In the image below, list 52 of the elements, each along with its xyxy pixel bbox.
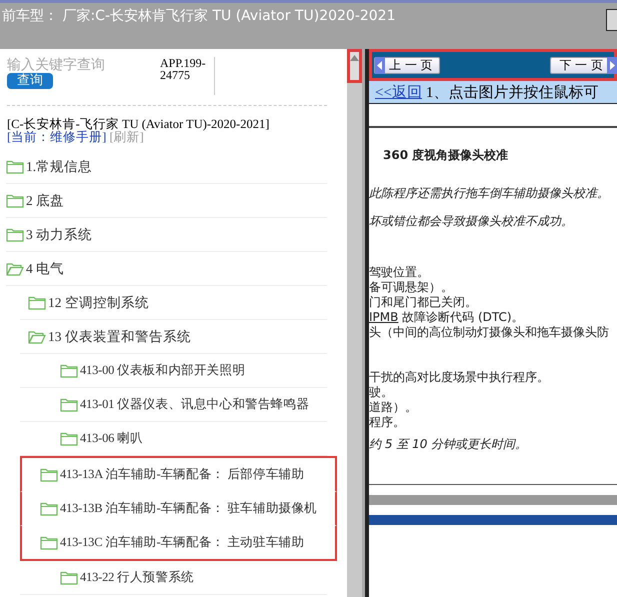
search-field[interactable]: 输入关键字查询 xyxy=(7,57,137,73)
tree-item[interactable]: 12 空调控制系统 xyxy=(20,286,327,320)
scrollbar[interactable] xyxy=(347,49,362,597)
open-folder-icon xyxy=(28,330,46,344)
folder-icon xyxy=(6,228,24,242)
tree-item[interactable]: 413-06 喇叭 xyxy=(20,422,327,456)
folder-icon xyxy=(60,398,78,412)
previous-page-button[interactable]: 上 一 页 xyxy=(374,56,440,74)
tree-item[interactable]: 1.常规信息 xyxy=(6,150,327,184)
note-text: 此陈程序还需执行拖车倒车辅助摄像头校准。 xyxy=(369,185,610,202)
search-button[interactable]: 查询 xyxy=(7,73,53,89)
step-text: 驾驶位置。 xyxy=(369,265,430,280)
tree-item[interactable]: 413-13B 泊车辅助-车辆配备： 驻车辅助摄像机 xyxy=(20,492,337,526)
app-version: APP.199-24775 xyxy=(160,57,215,95)
window-title: 前车型： 厂家:C-长安林肯飞行家 TU (Aviator TU)2020-2021 xyxy=(1,7,396,25)
folder-icon xyxy=(40,536,58,550)
step-text: 备可调悬架）。 xyxy=(369,280,454,295)
tree-item[interactable]: 413-00 仪表板和内部开关照明 xyxy=(20,354,327,388)
folder-icon xyxy=(60,432,78,446)
tree-item[interactable]: 413-01 仪器仪表、讯息中心和警告蜂鸣器 xyxy=(20,388,327,422)
folder-icon xyxy=(60,364,78,378)
back-link[interactable]: <<返回 xyxy=(375,82,422,102)
tree-item[interactable]: 413-13C 泊车辅助-车辆配备： 主动驻车辅助 xyxy=(20,526,337,561)
step-text: 干扰的高对比度场景中执行程序。 xyxy=(369,370,550,385)
tree-item[interactable]: 413-13A 泊车辅助-车辆配备： 后部停车辅助 xyxy=(20,456,337,492)
step-text: 门和尾门都已关闭。 xyxy=(369,295,478,310)
folder-icon xyxy=(60,570,78,584)
folder-icon xyxy=(6,194,24,208)
tree-item[interactable]: 13 仪表装置和警告系统 xyxy=(20,320,327,354)
window-button[interactable] xyxy=(606,9,617,31)
folder-icon xyxy=(40,502,58,516)
hint-text: 1、点击图片并按住鼠标可 xyxy=(426,84,598,102)
scroll-up-icon[interactable] xyxy=(350,55,359,61)
tree-item[interactable]: 3 动力系统 xyxy=(6,218,327,252)
next-page-button[interactable]: 下 一 页 xyxy=(550,56,617,74)
note-text: 约 5 至 10 分钟或更长时间。 xyxy=(369,436,528,453)
step-text: 头（中间的高位制动灯摄像头和拖车摄像头防 xyxy=(369,325,610,340)
step-text: 道路）。 xyxy=(369,400,418,415)
tree-item[interactable]: 413-22 行人预警系统 xyxy=(20,561,327,595)
folder-icon xyxy=(28,296,46,310)
tree-item[interactable]: 2 底盘 xyxy=(6,184,327,218)
step-text: IPMB 故障诊断代码 (DTC)。 xyxy=(369,310,525,325)
step-text: 驶。 xyxy=(369,385,394,400)
note-text: 坏或错位都会导致摄像头校准不成功。 xyxy=(369,213,574,230)
tree-item[interactable]: 4 电气 xyxy=(6,252,327,286)
open-folder-icon xyxy=(6,262,24,276)
current-label: [当前：维修手册] xyxy=(7,130,106,144)
vehicle-label: [C-长安林肯-飞行家 TU (Aviator TU)-2020-2021] xyxy=(7,118,270,131)
folder-icon xyxy=(40,468,58,482)
folder-icon xyxy=(6,160,24,174)
section-heading: 360 度视角摄像头校准 xyxy=(382,147,510,164)
step-text: 程序。 xyxy=(369,415,406,430)
